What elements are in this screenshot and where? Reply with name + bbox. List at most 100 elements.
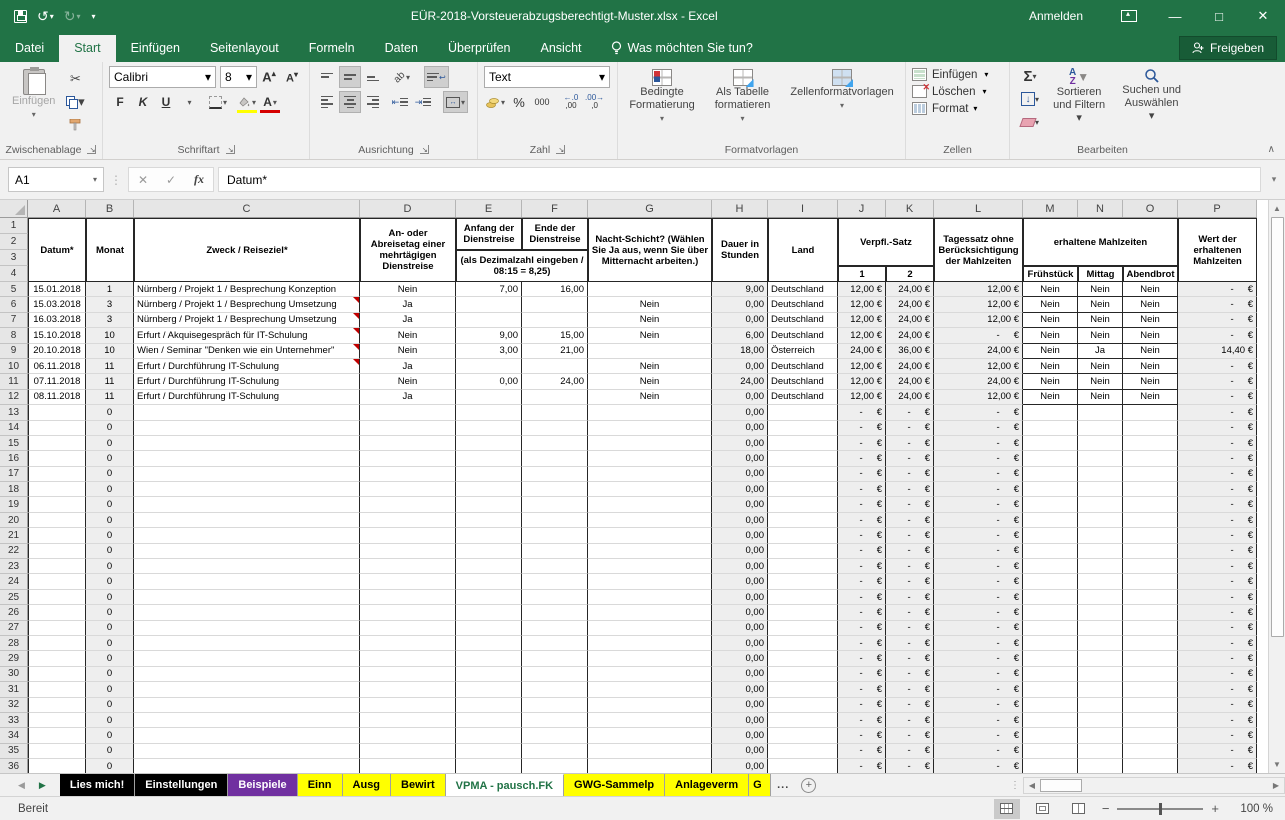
scroll-up-button[interactable]: ▲ (1269, 200, 1285, 217)
cell-M12[interactable]: Nein (1023, 390, 1078, 405)
cancel-entry-button[interactable]: ✕ (129, 173, 157, 187)
cell-L36[interactable]: -€ (934, 759, 1023, 773)
cell-B29[interactable]: 0 (86, 651, 134, 666)
format-painter-button[interactable] (63, 115, 87, 135)
cell-K26[interactable]: -€ (886, 605, 934, 620)
cell-L17[interactable]: -€ (934, 467, 1023, 482)
row-header-6[interactable]: 6 (0, 297, 28, 312)
orientation-button[interactable]: ab▾ (391, 66, 413, 88)
align-center-button[interactable] (339, 91, 361, 113)
number-dialog-launcher[interactable] (556, 145, 565, 154)
cell-N11[interactable]: Nein (1078, 374, 1123, 389)
row-header-28[interactable]: 28 (0, 636, 28, 651)
cell-I22[interactable] (768, 544, 838, 559)
cell-B19[interactable]: 0 (86, 497, 134, 512)
cell-C15[interactable] (134, 436, 360, 451)
cell-G18[interactable] (588, 482, 712, 497)
cell-G13[interactable] (588, 405, 712, 420)
fill-button[interactable]: ↓▾ (1018, 89, 1042, 109)
cell-H10[interactable]: 0,00 (712, 359, 768, 374)
cell-F8[interactable]: 15,00 (522, 328, 588, 343)
cell-K34[interactable]: -€ (886, 728, 934, 743)
column-header-D[interactable]: D (360, 200, 456, 217)
cell-L19[interactable]: -€ (934, 497, 1023, 512)
cell-C34[interactable] (134, 728, 360, 743)
cell-J9[interactable]: 24,00 € (838, 344, 886, 359)
cell-J11[interactable]: 12,00 € (838, 374, 886, 389)
cell-F36[interactable] (522, 759, 588, 773)
cell-B32[interactable]: 0 (86, 698, 134, 713)
cell-F29[interactable] (522, 651, 588, 666)
cell-M18[interactable] (1023, 482, 1078, 497)
cell-I27[interactable] (768, 621, 838, 636)
cell-B24[interactable]: 0 (86, 574, 134, 589)
cell-C13[interactable] (134, 405, 360, 420)
cell-E23[interactable] (456, 559, 522, 574)
cell-M26[interactable] (1023, 605, 1078, 620)
row-header-15[interactable]: 15 (0, 436, 28, 451)
cell-F22[interactable] (522, 544, 588, 559)
cell-J33[interactable]: -€ (838, 713, 886, 728)
cell-L35[interactable]: -€ (934, 744, 1023, 759)
cell-P15[interactable]: -€ (1178, 436, 1257, 451)
cell-N7[interactable]: Nein (1078, 313, 1123, 328)
cell-B15[interactable]: 0 (86, 436, 134, 451)
cell-O6[interactable]: Nein (1123, 297, 1178, 312)
cell-E5[interactable]: 7,00 (456, 282, 522, 297)
row-header-9[interactable]: 9 (0, 344, 28, 359)
insert-cells-button[interactable]: Einfügen▾ (912, 68, 1003, 81)
cell-O12[interactable]: Nein (1123, 390, 1178, 405)
cell-H33[interactable]: 0,00 (712, 713, 768, 728)
cell-G20[interactable] (588, 513, 712, 528)
cell-H18[interactable]: 0,00 (712, 482, 768, 497)
cell-O17[interactable] (1123, 467, 1178, 482)
cell-J34[interactable]: -€ (838, 728, 886, 743)
increase-indent-button[interactable]: ⇥ (412, 91, 434, 113)
tab-formeln[interactable]: Formeln (294, 35, 370, 62)
cell-L14[interactable]: -€ (934, 421, 1023, 436)
cell-K17[interactable]: -€ (886, 467, 934, 482)
cell-K18[interactable]: -€ (886, 482, 934, 497)
zoom-in-button[interactable]: + (1211, 801, 1219, 816)
cell-F28[interactable] (522, 636, 588, 651)
cell-J30[interactable]: -€ (838, 667, 886, 682)
cell-D29[interactable] (360, 651, 456, 666)
cell-K5[interactable]: 24,00 € (886, 282, 934, 297)
cell-O10[interactable]: Nein (1123, 359, 1178, 374)
cell-D28[interactable] (360, 636, 456, 651)
cell-F33[interactable] (522, 713, 588, 728)
font-color-button[interactable]: A▾ (259, 91, 281, 113)
cell-C21[interactable] (134, 528, 360, 543)
header-cell-C1[interactable]: Zweck / Reiseziel* (134, 218, 360, 282)
cell-O7[interactable]: Nein (1123, 313, 1178, 328)
cell-D25[interactable] (360, 590, 456, 605)
cell-E12[interactable] (456, 390, 522, 405)
row-header-26[interactable]: 26 (0, 605, 28, 620)
row-header-34[interactable]: 34 (0, 728, 28, 743)
cell-H25[interactable]: 0,00 (712, 590, 768, 605)
cell-L15[interactable]: -€ (934, 436, 1023, 451)
cell-J22[interactable]: -€ (838, 544, 886, 559)
cell-H26[interactable]: 0,00 (712, 605, 768, 620)
decrease-indent-button[interactable]: ⇤ (389, 91, 411, 113)
header-cell-F1[interactable]: Ende der Dienstreise (522, 218, 588, 250)
cell-I10[interactable]: Deutschland (768, 359, 838, 374)
cell-I15[interactable] (768, 436, 838, 451)
cell-M28[interactable] (1023, 636, 1078, 651)
cell-C19[interactable] (134, 497, 360, 512)
header-cell-E3[interactable]: (als Dezimalzahl eingeben / 08:15 = 8,25… (456, 250, 588, 282)
cell-C14[interactable] (134, 421, 360, 436)
cell-M15[interactable] (1023, 436, 1078, 451)
cell-C24[interactable] (134, 574, 360, 589)
cell-A9[interactable]: 20.10.2018 (28, 344, 86, 359)
cell-O9[interactable]: Nein (1123, 344, 1178, 359)
row-header-17[interactable]: 17 (0, 467, 28, 482)
cell-J36[interactable]: -€ (838, 759, 886, 773)
cell-I9[interactable]: Österreich (768, 344, 838, 359)
cell-M23[interactable] (1023, 559, 1078, 574)
cell-C23[interactable] (134, 559, 360, 574)
cell-G23[interactable] (588, 559, 712, 574)
cell-F16[interactable] (522, 451, 588, 466)
confirm-entry-button[interactable]: ✓ (157, 173, 185, 187)
row-header-33[interactable]: 33 (0, 713, 28, 728)
